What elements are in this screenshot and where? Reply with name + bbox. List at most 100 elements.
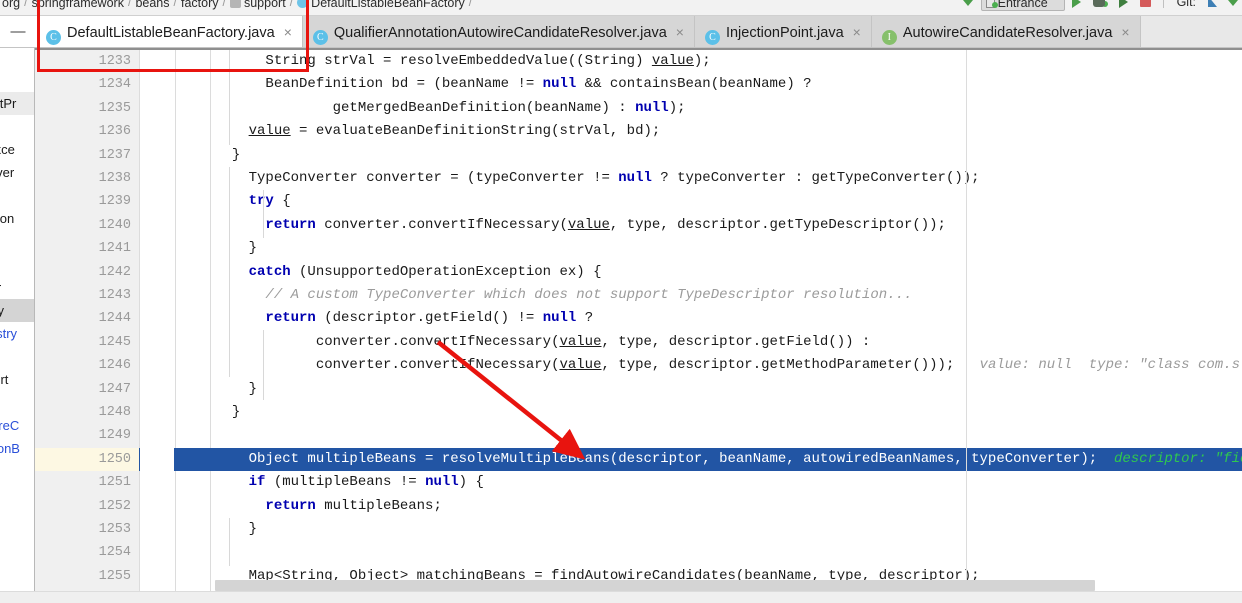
breadcrumb-item-2[interactable]: beans: [135, 0, 169, 11]
tree-item[interactable]: tor: [0, 276, 34, 299]
code-line[interactable]: }: [215, 518, 1242, 541]
code-line[interactable]: return multipleBeans;: [215, 495, 1242, 518]
line-number[interactable]: 1242: [35, 261, 131, 284]
chevron-down-icon[interactable]: [963, 0, 974, 9]
code-line[interactable]: }: [215, 144, 1242, 167]
line-number[interactable]: 1234: [35, 73, 131, 96]
tree-item[interactable]: ory: [0, 299, 34, 322]
code-line[interactable]: converter.convertIfNecessary(value, type…: [215, 354, 1242, 377]
line-number[interactable]: 1243: [35, 284, 131, 307]
inlay-hint: value: null type: "class com.s: [954, 357, 1240, 374]
tree-item[interactable]: ation: [0, 207, 34, 230]
close-icon[interactable]: ×: [284, 24, 292, 40]
code-editor[interactable]: 1233 1234 1235 1236 1237 1238 1239 1240 1241 1242…: [35, 48, 1242, 603]
tree-item[interactable]: etonB: [0, 437, 34, 460]
code-line[interactable]: // A custom TypeConverter which does not…: [215, 284, 1242, 307]
line-number[interactable]: 1246: [35, 354, 131, 377]
code-folding-gutter[interactable]: [139, 50, 215, 603]
code-line[interactable]: [215, 424, 1242, 447]
run-icon[interactable]: [1072, 0, 1082, 9]
tab-default-listable-bean-factory[interactable]: C DefaultListableBeanFactory.java ×: [36, 16, 303, 47]
code-line[interactable]: Object multipleBeans = resolveMultipleBe…: [215, 447, 1242, 472]
tree-item[interactable]: wireC: [0, 414, 34, 437]
close-icon[interactable]: ×: [1121, 24, 1129, 40]
code-lines[interactable]: String strVal = resolveEmbeddedValue((St…: [215, 50, 1242, 603]
breadcrumb-item-4[interactable]: support: [229, 0, 286, 11]
line-number[interactable]: 1235: [35, 97, 131, 120]
line-number[interactable]: 1238: [35, 167, 131, 190]
line-number[interactable]: 1233: [35, 50, 131, 73]
tree-item[interactable]: port: [0, 368, 34, 391]
code-line[interactable]: getMergedBeanDefinition(beanName) : null…: [215, 97, 1242, 120]
line-number[interactable]: 1240: [35, 214, 131, 237]
line-number[interactable]: 1245: [35, 331, 131, 354]
code-line[interactable]: catch (UnsupportedOperationException ex)…: [215, 261, 1242, 284]
tab-qualifier-annotation-autowire-candidate-resolver[interactable]: C QualifierAnnotationAutowireCandidateRes…: [302, 16, 695, 47]
editor-tab-bar: — C DefaultListableBeanFactory.java × C Quali…: [0, 16, 1242, 48]
line-number[interactable]: 1255: [35, 565, 131, 588]
tree-item[interactable]: ostPr: [0, 92, 34, 115]
line-number[interactable]: 1254: [35, 541, 131, 564]
line-number[interactable]: 1241: [35, 237, 131, 260]
line-number[interactable]: 1250: [35, 448, 131, 471]
code-line[interactable]: }: [215, 237, 1242, 260]
tab-autowire-candidate-resolver[interactable]: I AutowireCandidateResolver.java ×: [871, 16, 1141, 47]
code-text: TypeConverter converter = (typeConverter…: [248, 170, 619, 186]
code-line[interactable]: try {: [215, 190, 1242, 213]
right-margin-guide: [966, 50, 967, 603]
code-text: }: [231, 404, 241, 420]
close-icon[interactable]: ×: [676, 24, 684, 40]
code-line[interactable]: converter.convertIfNecessary(value, type…: [215, 331, 1242, 354]
code-line[interactable]: BeanDefinition bd = (beanName != null &&…: [215, 73, 1242, 96]
code-text: , type, descriptor.getField()) :: [601, 333, 871, 350]
vcs-update-icon[interactable]: [1207, 0, 1217, 9]
line-number[interactable]: 1252: [35, 495, 131, 518]
stop-icon[interactable]: [1139, 0, 1151, 9]
code-line[interactable]: [215, 541, 1242, 564]
code-text: );: [668, 99, 686, 116]
class-icon: [297, 0, 309, 8]
indent-guide: [229, 167, 230, 377]
tab-label: AutowireCandidateResolver.java: [902, 25, 1113, 41]
code-text: converter.convertIfNecessary(: [315, 216, 568, 233]
line-number[interactable]: 1249: [35, 424, 131, 447]
project-tree-panel[interactable]: ostPr Exce olver ation torory gistry port wireC…: [0, 48, 35, 603]
code-text: );: [693, 53, 711, 69]
code-line[interactable]: }: [215, 378, 1242, 401]
line-number[interactable]: 1237: [35, 144, 131, 167]
line-number-gutter[interactable]: 1233 1234 1235 1236 1237 1238 1239 1240 1241 1242…: [35, 50, 139, 603]
run-configuration-selector[interactable]: Entrance: [980, 0, 1065, 11]
code-line[interactable]: if (multipleBeans != null) {: [215, 471, 1242, 494]
code-line[interactable]: return converter.convertIfNecessary(valu…: [215, 214, 1242, 237]
breadcrumb-item-5[interactable]: DefaultListableBeanFactory: [297, 0, 465, 11]
code-line[interactable]: }: [215, 401, 1242, 424]
line-number[interactable]: 1248: [35, 401, 131, 424]
hide-panel-button[interactable]: —: [0, 16, 36, 47]
horizontal-scrollbar-thumb[interactable]: [215, 580, 1095, 591]
code-line[interactable]: TypeConverter converter = (typeConverter…: [215, 167, 1242, 190]
line-number[interactable]: 1253: [35, 518, 131, 541]
coverage-icon[interactable]: [1119, 0, 1129, 9]
code-text: }: [248, 521, 258, 537]
breadcrumb-item-0[interactable]: org: [2, 0, 20, 11]
code-line[interactable]: value = evaluateBeanDefinitionString(str…: [215, 120, 1242, 143]
line-number[interactable]: 1239: [35, 190, 131, 213]
debug-icon[interactable]: [1092, 0, 1108, 9]
line-number[interactable]: 1244: [35, 307, 131, 330]
line-number[interactable]: 1236: [35, 120, 131, 143]
code-line[interactable]: return (descriptor.getField() != null ?: [215, 307, 1242, 330]
line-number[interactable]: 1247: [35, 378, 131, 401]
tree-item[interactable]: Exce: [0, 138, 34, 161]
chevron-down-icon-2[interactable]: [1228, 0, 1238, 9]
line-number[interactable]: 1251: [35, 471, 131, 494]
close-icon[interactable]: ×: [853, 24, 861, 40]
code-field-reference: value: [248, 123, 291, 140]
code-line[interactable]: String strVal = resolveEmbeddedValue((St…: [215, 50, 1242, 73]
breadcrumb-item-3[interactable]: factory: [181, 0, 219, 11]
tree-item[interactable]: gistry: [0, 322, 34, 345]
tree-item[interactable]: olver: [0, 161, 34, 184]
tab-injection-point[interactable]: C InjectionPoint.java ×: [694, 16, 872, 47]
breadcrumb-item-1[interactable]: springframework: [32, 0, 124, 11]
